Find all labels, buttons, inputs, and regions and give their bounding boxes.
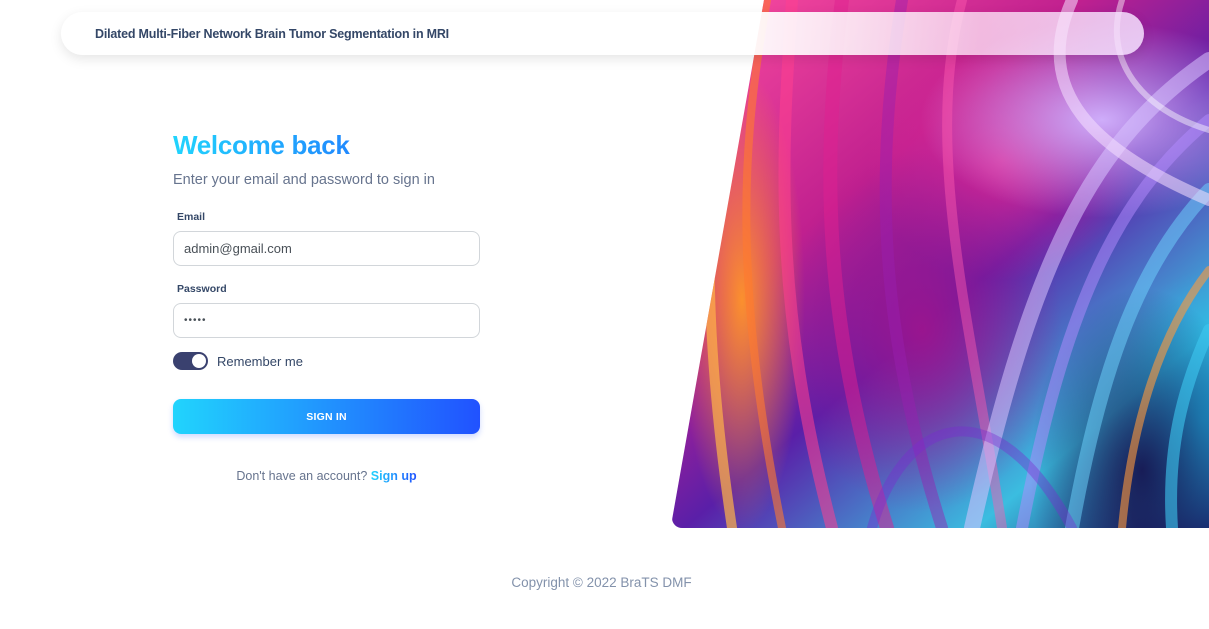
remember-me-toggle[interactable] [173,352,208,370]
password-field[interactable] [173,303,480,338]
remember-me-row: Remember me [173,352,480,370]
page-subtitle: Enter your email and password to sign in [173,172,435,188]
sign-in-page: Dilated Multi-Fiber Network Brain Tumor … [0,0,1209,629]
toggle-knob [192,354,206,368]
top-navbar: Dilated Multi-Fiber Network Brain Tumor … [61,12,1144,55]
fiber-waves-illustration [704,0,1209,528]
navbar-brand-link[interactable]: Dilated Multi-Fiber Network Brain Tumor … [95,27,449,41]
sign-up-prompt-text: Don't have an account? [236,469,371,483]
sign-up-link[interactable]: Sign up [371,469,417,483]
sign-up-prompt: Don't have an account? Sign up [173,469,480,483]
page-title: Welcome back [173,128,480,162]
remember-me-label: Remember me [217,353,303,369]
sign-in-button[interactable]: SIGN IN [173,399,480,434]
password-label: Password [177,283,227,295]
copyright-footer: Copyright © 2022 BraTS DMF [511,575,692,590]
email-field[interactable] [173,231,480,266]
background-art-image [672,0,1209,528]
email-label: Email [177,211,206,223]
sign-in-form: Welcome back Enter your email and passwo… [173,128,480,483]
